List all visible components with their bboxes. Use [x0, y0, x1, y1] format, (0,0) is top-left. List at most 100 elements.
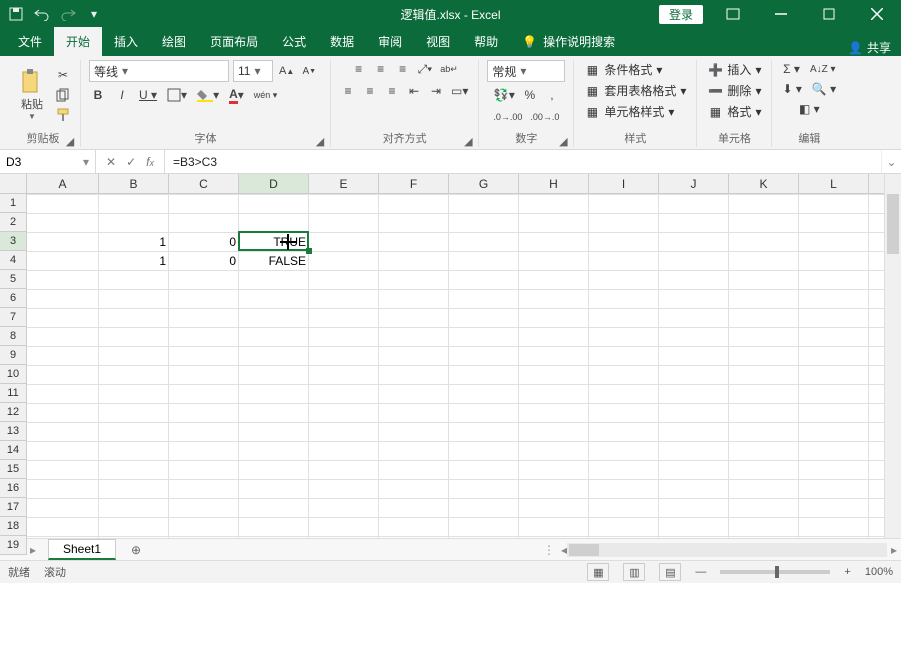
- row-header[interactable]: 14: [0, 441, 27, 460]
- align-left-icon[interactable]: ≡: [339, 82, 357, 100]
- increase-indent-icon[interactable]: ⇥: [427, 82, 445, 100]
- fx-icon[interactable]: fx: [146, 155, 154, 169]
- percent-format-icon[interactable]: %: [521, 86, 539, 104]
- wrap-text-icon[interactable]: ab↵: [438, 60, 460, 78]
- cell[interactable]: 1: [99, 251, 169, 270]
- normal-view-icon[interactable]: ▦: [587, 563, 609, 581]
- align-center-icon[interactable]: ≡: [361, 82, 379, 100]
- comma-format-icon[interactable]: ,: [543, 86, 561, 104]
- select-all-button[interactable]: [0, 174, 27, 194]
- login-button[interactable]: 登录: [659, 5, 703, 24]
- cancel-formula-icon[interactable]: ✕: [106, 155, 116, 169]
- save-icon[interactable]: [6, 4, 26, 24]
- tab-view[interactable]: 视图: [414, 27, 462, 56]
- maximize-icon[interactable]: [811, 2, 847, 26]
- fill-color-button[interactable]: ▾: [195, 86, 221, 104]
- tab-help[interactable]: 帮助: [462, 27, 510, 56]
- minimize-icon[interactable]: [763, 2, 799, 26]
- clear-icon[interactable]: ◧ ▾: [797, 100, 822, 118]
- row-header[interactable]: 18: [0, 517, 27, 536]
- insert-cells-button[interactable]: ➕插入 ▾: [705, 60, 763, 79]
- cell[interactable]: 0: [169, 251, 239, 270]
- dialog-launcher-icon[interactable]: ◢: [557, 135, 569, 147]
- orientation-icon[interactable]: ⤢▾: [416, 60, 435, 78]
- column-header[interactable]: J: [659, 174, 729, 193]
- tab-data[interactable]: 数据: [318, 27, 366, 56]
- autosum-icon[interactable]: Σ ▾: [781, 60, 802, 78]
- conditional-formatting-button[interactable]: ▦条件格式 ▾: [582, 60, 688, 79]
- font-size-combo[interactable]: 11▾: [233, 60, 273, 82]
- format-cells-button[interactable]: ▦格式 ▾: [705, 102, 763, 121]
- column-header[interactable]: C: [169, 174, 239, 193]
- underline-button[interactable]: U ▾: [137, 86, 159, 104]
- name-box[interactable]: D3 ▾: [0, 150, 96, 173]
- number-format-combo[interactable]: 常规▾: [487, 60, 565, 82]
- close-icon[interactable]: [859, 2, 895, 26]
- row-header[interactable]: 9: [0, 346, 27, 365]
- zoom-level[interactable]: 100%: [865, 566, 893, 578]
- hscroll-right-icon[interactable]: ▸: [891, 543, 897, 557]
- column-header[interactable]: H: [519, 174, 589, 193]
- row-header[interactable]: 16: [0, 479, 27, 498]
- new-sheet-button[interactable]: ⊕: [124, 539, 148, 561]
- row-header[interactable]: 19: [0, 536, 27, 555]
- column-header[interactable]: I: [589, 174, 659, 193]
- row-header[interactable]: 11: [0, 384, 27, 403]
- decrease-font-icon[interactable]: A▼: [300, 62, 318, 80]
- row-header[interactable]: 15: [0, 460, 27, 479]
- italic-button[interactable]: I: [113, 86, 131, 104]
- redo-icon[interactable]: [58, 4, 78, 24]
- tab-home[interactable]: 开始: [54, 27, 102, 56]
- page-layout-view-icon[interactable]: ▥: [623, 563, 645, 581]
- paste-button[interactable]: 粘贴 ▼: [14, 66, 50, 123]
- row-header[interactable]: 4: [0, 251, 27, 270]
- tab-draw[interactable]: 绘图: [150, 27, 198, 56]
- decrease-indent-icon[interactable]: ⇤: [405, 82, 423, 100]
- tab-insert[interactable]: 插入: [102, 27, 150, 56]
- dialog-launcher-icon[interactable]: ◢: [462, 135, 474, 147]
- share-button[interactable]: 👤 共享: [848, 39, 891, 56]
- row-header[interactable]: 1: [0, 194, 27, 213]
- column-header[interactable]: B: [99, 174, 169, 193]
- cell[interactable]: TRUE: [239, 232, 309, 251]
- vertical-scrollbar[interactable]: [884, 174, 901, 538]
- tab-review[interactable]: 审阅: [366, 27, 414, 56]
- enter-formula-icon[interactable]: ✓: [126, 155, 136, 169]
- fill-handle[interactable]: [306, 248, 312, 254]
- row-header[interactable]: 2: [0, 213, 27, 232]
- column-header[interactable]: F: [379, 174, 449, 193]
- merge-center-icon[interactable]: ▭▾: [449, 82, 470, 100]
- format-painter-icon[interactable]: [54, 106, 72, 124]
- format-as-table-button[interactable]: ▦套用表格格式 ▾: [582, 81, 688, 100]
- column-header[interactable]: K: [729, 174, 799, 193]
- accounting-format-icon[interactable]: 💱▾: [492, 86, 517, 104]
- cell[interactable]: 0: [169, 232, 239, 251]
- border-button[interactable]: ▾: [165, 86, 189, 104]
- zoom-slider[interactable]: [720, 570, 830, 574]
- undo-icon[interactable]: [32, 4, 52, 24]
- tab-file[interactable]: 文件: [6, 27, 54, 56]
- sort-filter-icon[interactable]: A↓Z ▾: [808, 60, 838, 78]
- align-bottom-icon[interactable]: ≡: [394, 60, 412, 78]
- tell-me[interactable]: 💡 操作说明搜索: [510, 27, 627, 56]
- scrollbar-thumb[interactable]: [569, 544, 599, 556]
- font-name-combo[interactable]: 等线▾: [89, 60, 229, 82]
- cell[interactable]: FALSE: [239, 251, 309, 270]
- ribbon-display-options-icon[interactable]: [715, 2, 751, 26]
- column-header[interactable]: G: [449, 174, 519, 193]
- delete-cells-button[interactable]: ➖删除 ▾: [705, 81, 763, 100]
- cells-area[interactable]: 10TRUE 10FALSE: [27, 194, 884, 538]
- expand-formula-bar-icon[interactable]: ⌄: [881, 150, 901, 173]
- column-header[interactable]: D: [239, 174, 309, 193]
- row-header[interactable]: 3: [0, 232, 27, 251]
- font-color-button[interactable]: A▾: [227, 86, 246, 104]
- row-header[interactable]: 7: [0, 308, 27, 327]
- increase-font-icon[interactable]: A▲: [277, 62, 296, 80]
- cell[interactable]: 1: [99, 232, 169, 251]
- qat-more-icon[interactable]: ▾: [84, 4, 104, 24]
- column-header[interactable]: E: [309, 174, 379, 193]
- align-middle-icon[interactable]: ≡: [372, 60, 390, 78]
- row-header[interactable]: 13: [0, 422, 27, 441]
- column-header[interactable]: L: [799, 174, 869, 193]
- cut-icon[interactable]: ✂: [54, 66, 72, 84]
